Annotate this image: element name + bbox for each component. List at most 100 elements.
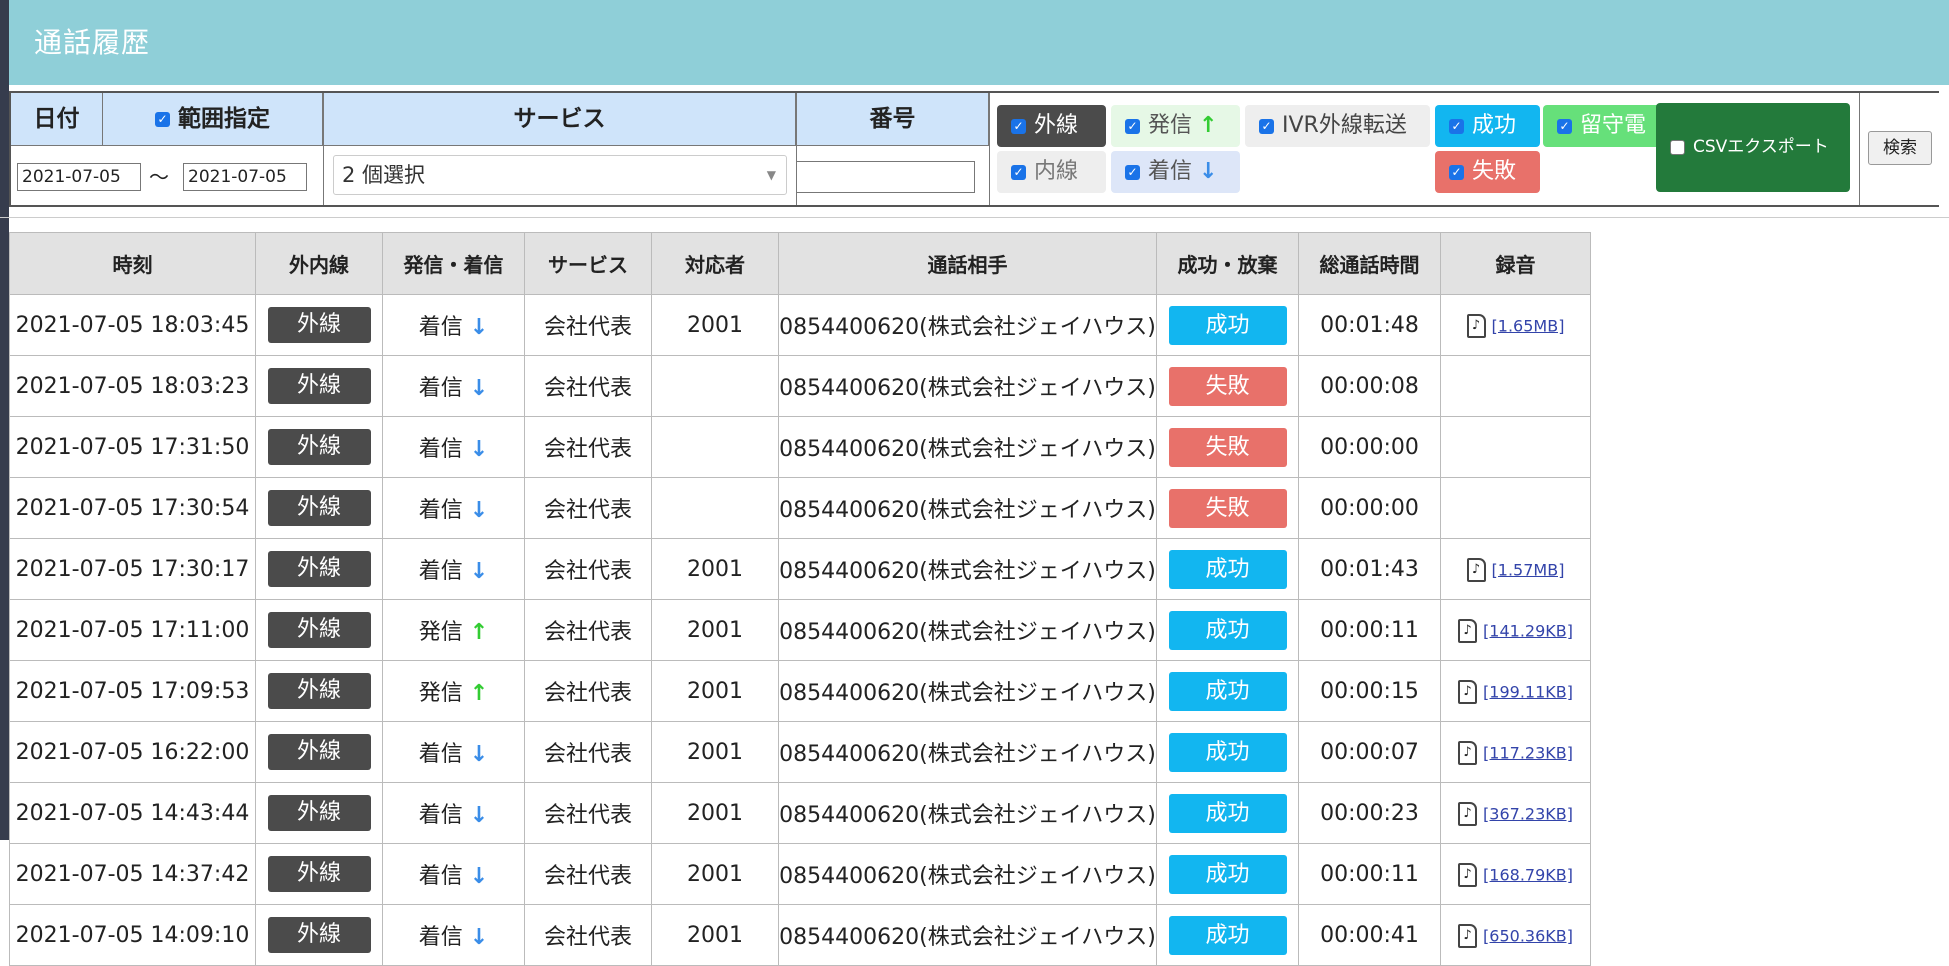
cell-duration: 00:00:11 [1298,843,1441,905]
cell-result: 失敗 [1156,477,1299,539]
table-row[interactable]: 2021-07-05 17:11:00 外線 発信 ↑ 会社代表 2001 0854400… [9,599,1591,661]
col-header-duration[interactable]: 総通話時間 [1298,232,1441,295]
range-checkbox[interactable]: ✓ [155,112,170,127]
cell-result: 成功 [1156,538,1299,600]
cell-direction: 着信 ↓ [382,416,525,478]
cell-time: 2021-07-05 18:03:45 [9,294,256,356]
cell-service: 会社代表 [524,599,652,661]
cell-partner: 0854400620(株式会社ジェイハウス) [778,660,1157,722]
col-header-result[interactable]: 成功・放棄 [1156,232,1299,295]
csv-checkbox[interactable] [1670,139,1685,155]
arrow-down-icon: ↓ [469,315,489,340]
audio-file-icon[interactable]: ♪ [1458,862,1478,887]
cell-service: 会社代表 [524,660,652,722]
cell-result: 成功 [1156,599,1299,661]
line-badge: 外線 [267,917,371,953]
col-header-line[interactable]: 外内線 [255,232,383,295]
audio-file-icon[interactable]: ♪ [1458,679,1478,704]
audio-file-icon[interactable]: ♪ [1458,618,1478,643]
chip-chakushin[interactable]: ✓ 着信 ↓ [1111,151,1240,193]
cell-result: 成功 [1156,660,1299,722]
table-row[interactable]: 2021-07-05 17:30:17 外線 着信 ↓ 会社代表 2001 0854400… [9,538,1591,600]
cell-direction: 着信 ↓ [382,782,525,844]
col-header-agent[interactable]: 対応者 [651,232,779,295]
chip-gaisen-label: 外線 [1034,113,1079,138]
recording-link[interactable]: [1.57MB] [1492,560,1565,579]
chip-ivr[interactable]: ✓ IVR外線転送 [1245,105,1430,147]
recording-link[interactable]: [168.79KB] [1483,865,1573,884]
seikou-checkbox[interactable]: ✓ [1449,118,1464,134]
chip-gaisen[interactable]: ✓ 外線 [997,105,1106,147]
arrow-down-icon: ↓ [469,742,489,767]
chip-rusuden-label: 留守電 [1580,113,1647,138]
recording-link[interactable]: [367.23KB] [1483,804,1573,823]
result-badge: 成功 [1168,305,1287,345]
direction-label: 着信 [418,498,463,523]
direction-label: 着信 [418,864,463,889]
result-badge: 成功 [1168,732,1287,772]
table-row[interactable]: 2021-07-05 18:03:23 外線 着信 ↓ 会社代表 0854400620(… [9,355,1591,417]
table-row[interactable]: 2021-07-05 18:03:45 外線 着信 ↓ 会社代表 2001 0854400… [9,294,1591,356]
line-badge: 外線 [267,490,371,526]
shippai-checkbox[interactable]: ✓ [1449,164,1464,180]
audio-file-icon[interactable]: ♪ [1458,801,1478,826]
chip-rusuden[interactable]: ✓ 留守電 [1543,105,1665,147]
recording-link[interactable]: [141.29KB] [1483,621,1573,640]
cell-duration: 00:00:41 [1298,904,1441,966]
naisen-checkbox[interactable]: ✓ [1011,164,1026,180]
col-header-recording[interactable]: 録音 [1440,232,1591,295]
audio-file-icon[interactable]: ♪ [1458,923,1478,948]
table-row[interactable]: 2021-07-05 16:22:00 外線 着信 ↓ 会社代表 2001 0854400… [9,721,1591,783]
cell-recording: ♪ [650.36KB] [1440,904,1591,966]
recording-link[interactable]: [1.65MB] [1492,316,1565,335]
line-badge: 外線 [267,551,371,587]
audio-file-icon[interactable]: ♪ [1466,313,1486,338]
cell-duration: 00:00:00 [1298,416,1441,478]
table-row[interactable]: 2021-07-05 14:37:42 外線 着信 ↓ 会社代表 2001 0854400… [9,843,1591,905]
chip-naisen[interactable]: ✓ 内線 [997,151,1106,193]
result-badge: 失敗 [1168,488,1287,528]
audio-file-icon[interactable]: ♪ [1466,557,1486,582]
audio-file-icon[interactable]: ♪ [1458,740,1478,765]
date-to-input[interactable]: 2021-07-05 [183,163,307,191]
col-header-direction[interactable]: 発信・着信 [382,232,525,295]
cell-partner: 0854400620(株式会社ジェイハウス) [778,538,1157,600]
rusuden-checkbox[interactable]: ✓ [1557,118,1572,134]
recording-link[interactable]: [199.11KB] [1483,682,1573,701]
col-header-time[interactable]: 時刻 [9,232,256,295]
col-header-partner[interactable]: 通話相手 [778,232,1157,295]
csv-export-button[interactable]: CSVエクスポート [1656,103,1850,192]
cell-partner: 0854400620(株式会社ジェイハウス) [778,294,1157,356]
line-badge: 外線 [267,856,371,892]
cell-line: 外線 [255,538,383,600]
search-button[interactable]: 検索 [1868,131,1932,165]
csv-export-label: CSVエクスポート [1693,137,1829,157]
col-header-service[interactable]: サービス [524,232,652,295]
ivr-checkbox[interactable]: ✓ [1259,118,1274,134]
cell-time: 2021-07-05 17:30:17 [9,538,256,600]
chip-hasshin[interactable]: ✓ 発信 ↑ [1111,105,1240,147]
table-row[interactable]: 2021-07-05 17:09:53 外線 発信 ↑ 会社代表 2001 0854400… [9,660,1591,722]
recording-link[interactable]: [117.23KB] [1483,743,1573,762]
table-row[interactable]: 2021-07-05 14:09:10 外線 着信 ↓ 会社代表 2001 0854400… [9,904,1591,966]
range-toggle[interactable]: ✓ 範囲指定 [103,93,323,146]
divider [989,93,990,205]
result-badge: 失敗 [1168,427,1287,467]
chip-shippai[interactable]: ✓ 失敗 [1435,151,1540,193]
service-header: サービス [324,93,796,146]
cell-direction: 着信 ↓ [382,538,525,600]
hasshin-checkbox[interactable]: ✓ [1125,118,1140,134]
cell-partner: 0854400620(株式会社ジェイハウス) [778,904,1157,966]
chip-hasshin-label: 発信 [1148,113,1193,138]
date-from-input[interactable]: 2021-07-05 [17,163,141,191]
chip-seikou[interactable]: ✓ 成功 [1435,105,1540,147]
direction-label: 着信 [418,803,463,828]
table-row[interactable]: 2021-07-05 14:43:44 外線 着信 ↓ 会社代表 2001 0854400… [9,782,1591,844]
chakushin-checkbox[interactable]: ✓ [1125,164,1140,180]
table-row[interactable]: 2021-07-05 17:30:54 外線 着信 ↓ 会社代表 0854400620(… [9,477,1591,539]
recording-link[interactable]: [650.36KB] [1483,926,1573,945]
gaisen-checkbox[interactable]: ✓ [1011,118,1026,134]
service-select[interactable]: 2 個選択 ▼ [333,155,787,195]
number-input[interactable] [796,161,975,193]
table-row[interactable]: 2021-07-05 17:31:50 外線 着信 ↓ 会社代表 0854400620(… [9,416,1591,478]
